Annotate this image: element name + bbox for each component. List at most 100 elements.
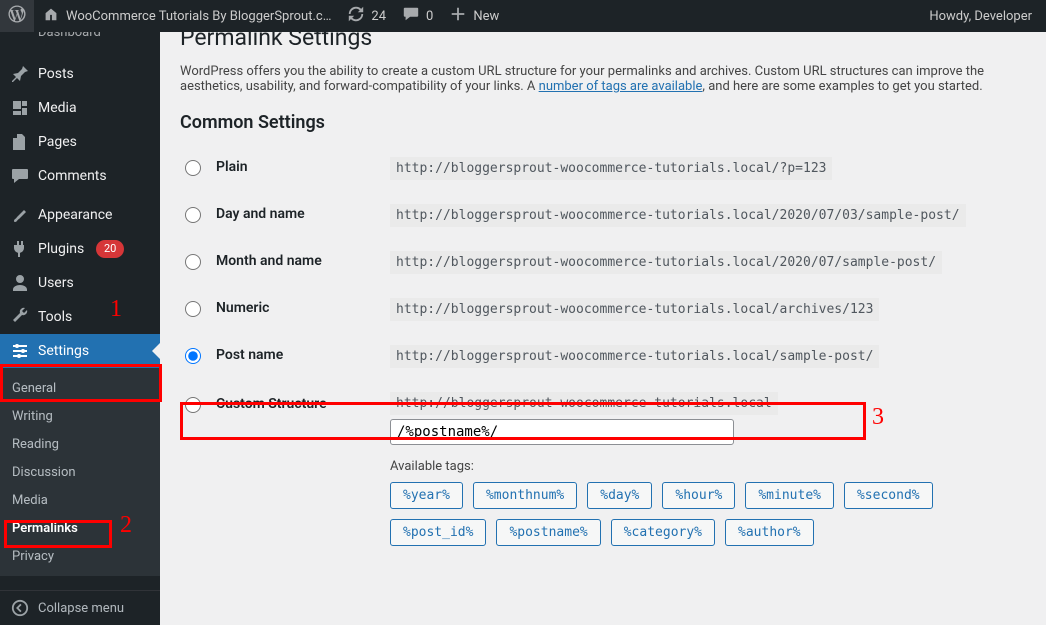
sidebar-item-label: Media bbox=[38, 100, 77, 116]
custom-structure-prefix: http://bloggersprout-woocommerce-tutoria… bbox=[390, 392, 778, 415]
radio-plain[interactable] bbox=[185, 160, 201, 176]
updates-count: 24 bbox=[371, 9, 386, 24]
option-numeric: Numeric http://bloggersprout-woocommerce… bbox=[180, 286, 1026, 333]
subitem-reading[interactable]: Reading bbox=[0, 430, 160, 458]
option-label: Plain bbox=[216, 159, 248, 175]
sidebar-item-label: Settings bbox=[38, 343, 89, 359]
option-custom-structure: Custom Structure http://bloggersprout-wo… bbox=[180, 380, 1026, 558]
available-tags-label: Available tags: bbox=[390, 459, 1026, 474]
radio-custom-structure[interactable] bbox=[185, 397, 201, 413]
option-post-name: Post name http://bloggersprout-woocommer… bbox=[180, 333, 1026, 380]
sidebar-item-label: Users bbox=[38, 275, 74, 291]
wrench-icon bbox=[10, 307, 30, 327]
tag-day[interactable]: %day% bbox=[587, 482, 652, 509]
new-label: New bbox=[473, 9, 499, 24]
site-home-link[interactable]: WooCommerce Tutorials By BloggerSprout.c… bbox=[34, 0, 339, 32]
admin-sidebar: Dashboard Posts Media Pages Comments App… bbox=[0, 32, 160, 625]
account-link[interactable]: Howdy, Developer bbox=[921, 0, 1046, 32]
tag-second[interactable]: %second% bbox=[844, 482, 933, 509]
admin-bar: WooCommerce Tutorials By BloggerSprout.c… bbox=[0, 0, 1046, 32]
comments-link[interactable]: 0 bbox=[394, 0, 441, 32]
subitem-writing[interactable]: Writing bbox=[0, 402, 160, 430]
subitem-media[interactable]: Media bbox=[0, 486, 160, 514]
page-icon bbox=[10, 132, 30, 152]
sidebar-item-label: Appearance bbox=[38, 207, 112, 223]
option-month-and-name: Month and name http://bloggersprout-wooc… bbox=[180, 239, 1026, 286]
sidebar-item-posts[interactable]: Posts bbox=[0, 57, 160, 91]
sample-url: http://bloggersprout-woocommerce-tutoria… bbox=[390, 157, 832, 180]
radio-day-and-name[interactable] bbox=[185, 207, 201, 223]
sample-url: http://bloggersprout-woocommerce-tutoria… bbox=[390, 204, 966, 227]
radio-post-name[interactable] bbox=[185, 348, 201, 364]
new-content-link[interactable]: New bbox=[441, 0, 507, 32]
subitem-discussion[interactable]: Discussion bbox=[0, 458, 160, 486]
option-label: Month and name bbox=[216, 253, 322, 269]
sidebar-item-users[interactable]: Users bbox=[0, 266, 160, 300]
settings-submenu: General Writing Reading Discussion Media… bbox=[0, 368, 160, 576]
sidebar-item-tools[interactable]: Tools bbox=[0, 300, 160, 334]
comments-count: 0 bbox=[426, 9, 433, 24]
option-label: Post name bbox=[216, 347, 283, 363]
tag-category[interactable]: %category% bbox=[611, 519, 715, 546]
option-label: Day and name bbox=[216, 206, 305, 222]
comment-icon bbox=[10, 166, 30, 186]
media-icon bbox=[10, 98, 30, 118]
available-tags-link[interactable]: number of tags are available bbox=[539, 79, 703, 94]
sliders-icon bbox=[10, 341, 30, 361]
collapse-menu-button[interactable]: Collapse menu bbox=[0, 590, 160, 625]
sidebar-item-plugins[interactable]: Plugins 20 bbox=[0, 232, 160, 266]
subitem-general[interactable]: General bbox=[0, 374, 160, 402]
available-tags: %year% %monthnum% %day% %hour% %minute% … bbox=[390, 482, 1026, 546]
sidebar-item-pages[interactable]: Pages bbox=[0, 125, 160, 159]
main-content: Permalink Settings WordPress offers you … bbox=[160, 32, 1046, 625]
home-icon bbox=[42, 5, 60, 27]
sidebar-item-dashboard[interactable]: Dashboard bbox=[0, 32, 160, 52]
wp-logo-menu[interactable] bbox=[0, 0, 34, 32]
sidebar-item-label: Tools bbox=[38, 309, 72, 325]
sample-url: http://bloggersprout-woocommerce-tutoria… bbox=[390, 345, 879, 368]
common-settings-heading: Common Settings bbox=[180, 112, 1026, 133]
sidebar-item-label: Plugins bbox=[38, 241, 84, 257]
subitem-privacy[interactable]: Privacy bbox=[0, 542, 160, 570]
subitem-permalinks[interactable]: Permalinks bbox=[0, 514, 160, 542]
user-icon bbox=[10, 273, 30, 293]
tag-monthnum[interactable]: %monthnum% bbox=[473, 482, 577, 509]
sidebar-item-appearance[interactable]: Appearance bbox=[0, 198, 160, 232]
tag-post-id[interactable]: %post_id% bbox=[390, 519, 486, 546]
plugins-update-badge: 20 bbox=[96, 240, 124, 258]
tag-hour[interactable]: %hour% bbox=[662, 482, 735, 509]
option-plain: Plain http://bloggersprout-woocommerce-t… bbox=[180, 145, 1026, 192]
tag-author[interactable]: %author% bbox=[725, 519, 814, 546]
brush-icon bbox=[10, 205, 30, 225]
sidebar-item-label: Comments bbox=[38, 168, 107, 184]
sample-url: http://bloggersprout-woocommerce-tutoria… bbox=[390, 298, 879, 321]
page-title: Permalink Settings bbox=[180, 32, 1026, 51]
tag-minute[interactable]: %minute% bbox=[745, 482, 834, 509]
collapse-icon bbox=[10, 598, 30, 618]
site-title: WooCommerce Tutorials By BloggerSprout.c… bbox=[66, 9, 331, 24]
sidebar-item-label: Pages bbox=[38, 134, 77, 150]
custom-structure-input[interactable] bbox=[390, 419, 734, 445]
radio-numeric[interactable] bbox=[185, 301, 201, 317]
sample-url: http://bloggersprout-woocommerce-tutoria… bbox=[390, 251, 942, 274]
howdy-text: Howdy, Developer bbox=[929, 9, 1032, 24]
collapse-label: Collapse menu bbox=[38, 601, 124, 616]
update-icon bbox=[347, 5, 365, 27]
intro-paragraph: WordPress offers you the ability to crea… bbox=[180, 64, 1026, 94]
option-label: Numeric bbox=[216, 300, 269, 316]
radio-month-and-name[interactable] bbox=[185, 254, 201, 270]
tag-year[interactable]: %year% bbox=[390, 482, 463, 509]
updates-link[interactable]: 24 bbox=[339, 0, 394, 32]
comment-icon bbox=[402, 5, 420, 27]
plugin-icon bbox=[10, 239, 30, 259]
option-label: Custom Structure bbox=[216, 396, 327, 412]
sidebar-item-settings[interactable]: Settings bbox=[0, 334, 160, 368]
option-day-and-name: Day and name http://bloggersprout-woocom… bbox=[180, 192, 1026, 239]
sidebar-item-label: Posts bbox=[38, 66, 74, 82]
plus-icon bbox=[449, 5, 467, 27]
sidebar-item-media[interactable]: Media bbox=[0, 91, 160, 125]
sidebar-item-comments[interactable]: Comments bbox=[0, 159, 160, 193]
wordpress-icon bbox=[8, 5, 26, 27]
tag-postname[interactable]: %postname% bbox=[496, 519, 600, 546]
pin-icon bbox=[10, 64, 30, 84]
